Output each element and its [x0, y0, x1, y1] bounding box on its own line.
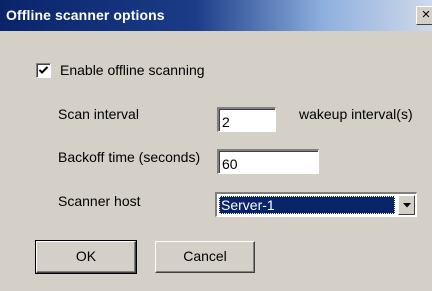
- chevron-down-icon: [403, 203, 411, 208]
- enable-offline-scanning-row[interactable]: Enable offline scanning: [36, 62, 205, 78]
- cancel-button[interactable]: Cancel: [155, 241, 255, 273]
- offline-scanner-options-dialog: Offline scanner options × Enable offline…: [0, 0, 432, 291]
- close-icon: ×: [421, 6, 431, 23]
- backoff-time-label: Backoff time (seconds): [58, 149, 201, 165]
- ok-button[interactable]: OK: [35, 240, 137, 274]
- scanner-host-dropdown[interactable]: Server-1: [215, 192, 417, 217]
- scanner-host-label: Scanner host: [58, 193, 141, 209]
- dropdown-arrow-button[interactable]: [398, 195, 415, 215]
- title-bar[interactable]: Offline scanner options ×: [0, 0, 432, 31]
- scan-interval-input[interactable]: [217, 107, 276, 132]
- close-button[interactable]: ×: [416, 6, 432, 25]
- enable-offline-scanning-checkbox[interactable]: [36, 62, 51, 78]
- checkmark-icon: [38, 65, 49, 74]
- enable-offline-scanning-label: Enable offline scanning: [60, 62, 205, 78]
- scanner-host-selected-value: Server-1: [219, 196, 395, 214]
- scan-interval-unit-label: wakeup interval(s): [299, 106, 413, 122]
- scan-interval-label: Scan interval: [58, 106, 139, 122]
- backoff-time-input[interactable]: [217, 149, 319, 174]
- dialog-title: Offline scanner options: [6, 7, 165, 23]
